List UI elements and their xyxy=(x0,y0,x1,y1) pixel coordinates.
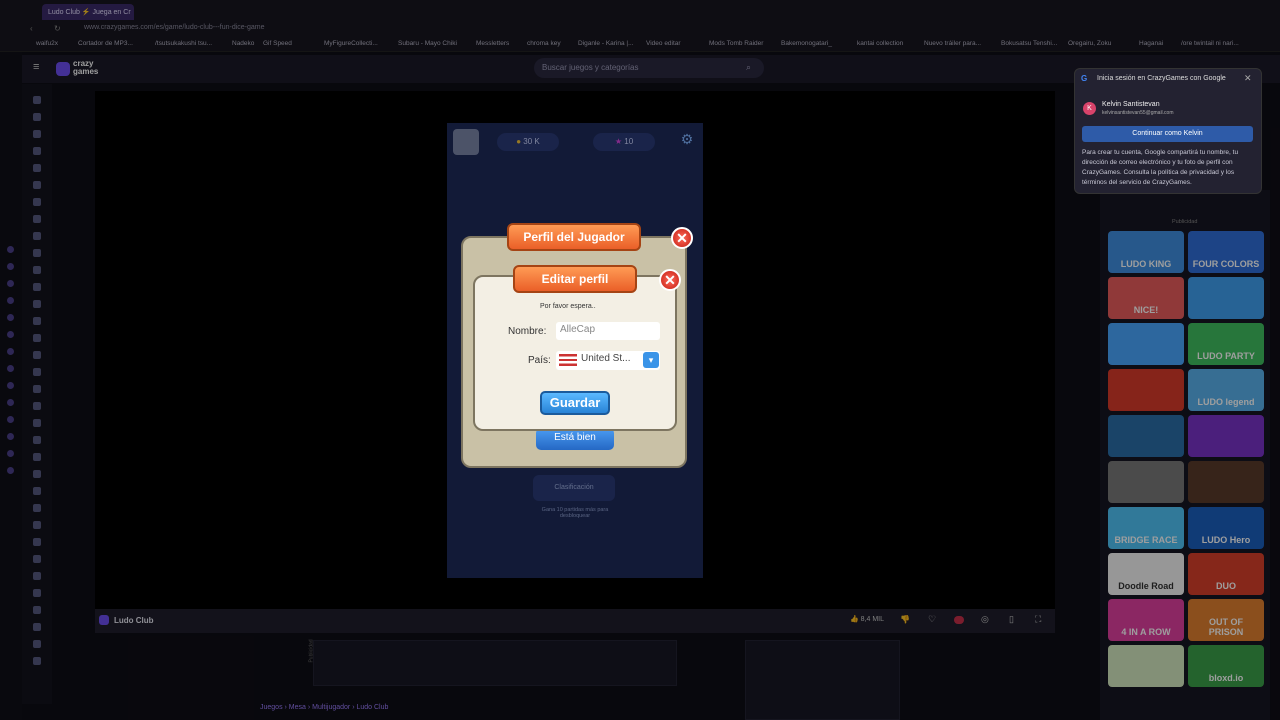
user-avatar: K xyxy=(1083,102,1096,115)
user-email: kelvinsantistevan55@gmail.com xyxy=(1102,110,1174,116)
name-field[interactable]: AlleCap xyxy=(556,322,660,340)
chevron-down-icon[interactable]: ▾ xyxy=(643,352,659,368)
ok-button[interactable]: Está bien xyxy=(536,428,614,450)
edit-profile-title: Editar perfil xyxy=(513,265,637,293)
user-name: Kelvin Santistevan xyxy=(1102,101,1160,108)
close-edit-icon[interactable]: ✕ xyxy=(659,269,681,291)
save-button[interactable]: Guardar xyxy=(540,391,610,415)
name-label: Nombre: xyxy=(508,326,547,337)
profile-title: Perfil del Jugador xyxy=(507,223,641,251)
google-icon: G xyxy=(1081,74,1088,83)
close-profile-icon[interactable]: ✕ xyxy=(671,227,693,249)
popup-title: Inicia sesión en CrazyGames con Google xyxy=(1097,75,1226,82)
popup-info: Para crear tu cuenta, Google compartirá … xyxy=(1082,149,1239,186)
us-flag-icon xyxy=(559,354,577,366)
continue-button[interactable]: Continuar como Kelvin xyxy=(1082,126,1253,142)
wait-text: Por favor espera.. xyxy=(540,303,596,310)
country-label: País: xyxy=(528,355,551,366)
close-popup-icon[interactable]: ✕ xyxy=(1244,73,1252,84)
